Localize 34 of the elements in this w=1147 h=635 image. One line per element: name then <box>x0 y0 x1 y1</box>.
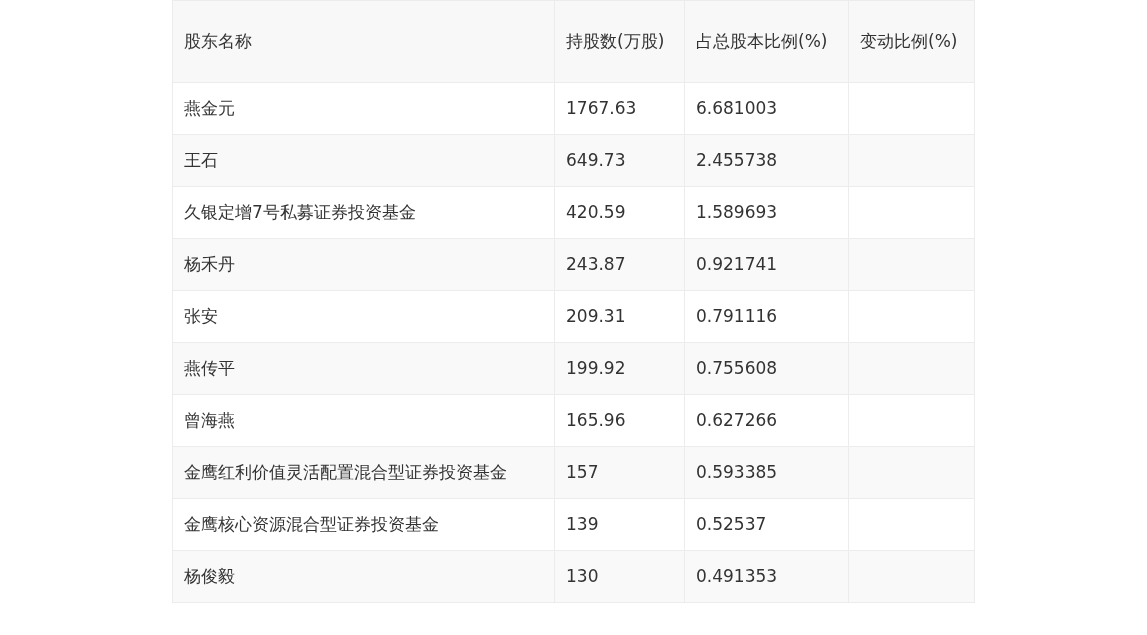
column-header: 变动比例(%) <box>860 30 958 51</box>
column-header: 持股数(万股) <box>566 30 665 51</box>
table-cell: 420.59 <box>566 201 626 222</box>
table-cell: 0.491353 <box>696 565 778 586</box>
table-cell: 杨禾丹 <box>184 253 235 274</box>
table-cell: 1.589693 <box>696 201 778 222</box>
table-cell: 0.627266 <box>696 409 778 430</box>
table-cell: 0.791116 <box>696 305 778 326</box>
table-cell: 157 <box>566 461 599 482</box>
table-cell: 199.92 <box>566 357 626 378</box>
column-header: 股东名称 <box>184 30 252 51</box>
table-cell: 130 <box>566 565 599 586</box>
table-cell: 杨俊毅 <box>184 565 235 586</box>
table-cell: 6.681003 <box>696 97 778 118</box>
table-cell: 久银定增7号私募证券投资基金 <box>184 201 416 222</box>
table-cell: 燕金元 <box>184 97 235 118</box>
table-cell: 649.73 <box>566 149 626 170</box>
table-cell: 0.52537 <box>696 513 767 534</box>
table-cell: 139 <box>566 513 599 534</box>
table-cell: 0.755608 <box>696 357 778 378</box>
table-cell: 曾海燕 <box>184 409 235 430</box>
table-cell: 金鹰红利价值灵活配置混合型证券投资基金 <box>184 461 507 482</box>
column-header: 占总股本比例(%) <box>696 30 828 51</box>
table-cell: 金鹰核心资源混合型证券投资基金 <box>184 513 439 534</box>
table-cell: 243.87 <box>566 253 626 274</box>
table-cell: 燕传平 <box>184 357 235 378</box>
table-cell: 张安 <box>184 305 218 326</box>
table-cell: 0.921741 <box>696 253 778 274</box>
table-cell: 165.96 <box>566 409 626 430</box>
table-cell: 王石 <box>184 149 218 170</box>
table-cell: 1767.63 <box>566 97 637 118</box>
table-cell: 0.593385 <box>696 461 778 482</box>
table-cell: 2.455738 <box>696 149 778 170</box>
table-cell: 209.31 <box>566 305 626 326</box>
